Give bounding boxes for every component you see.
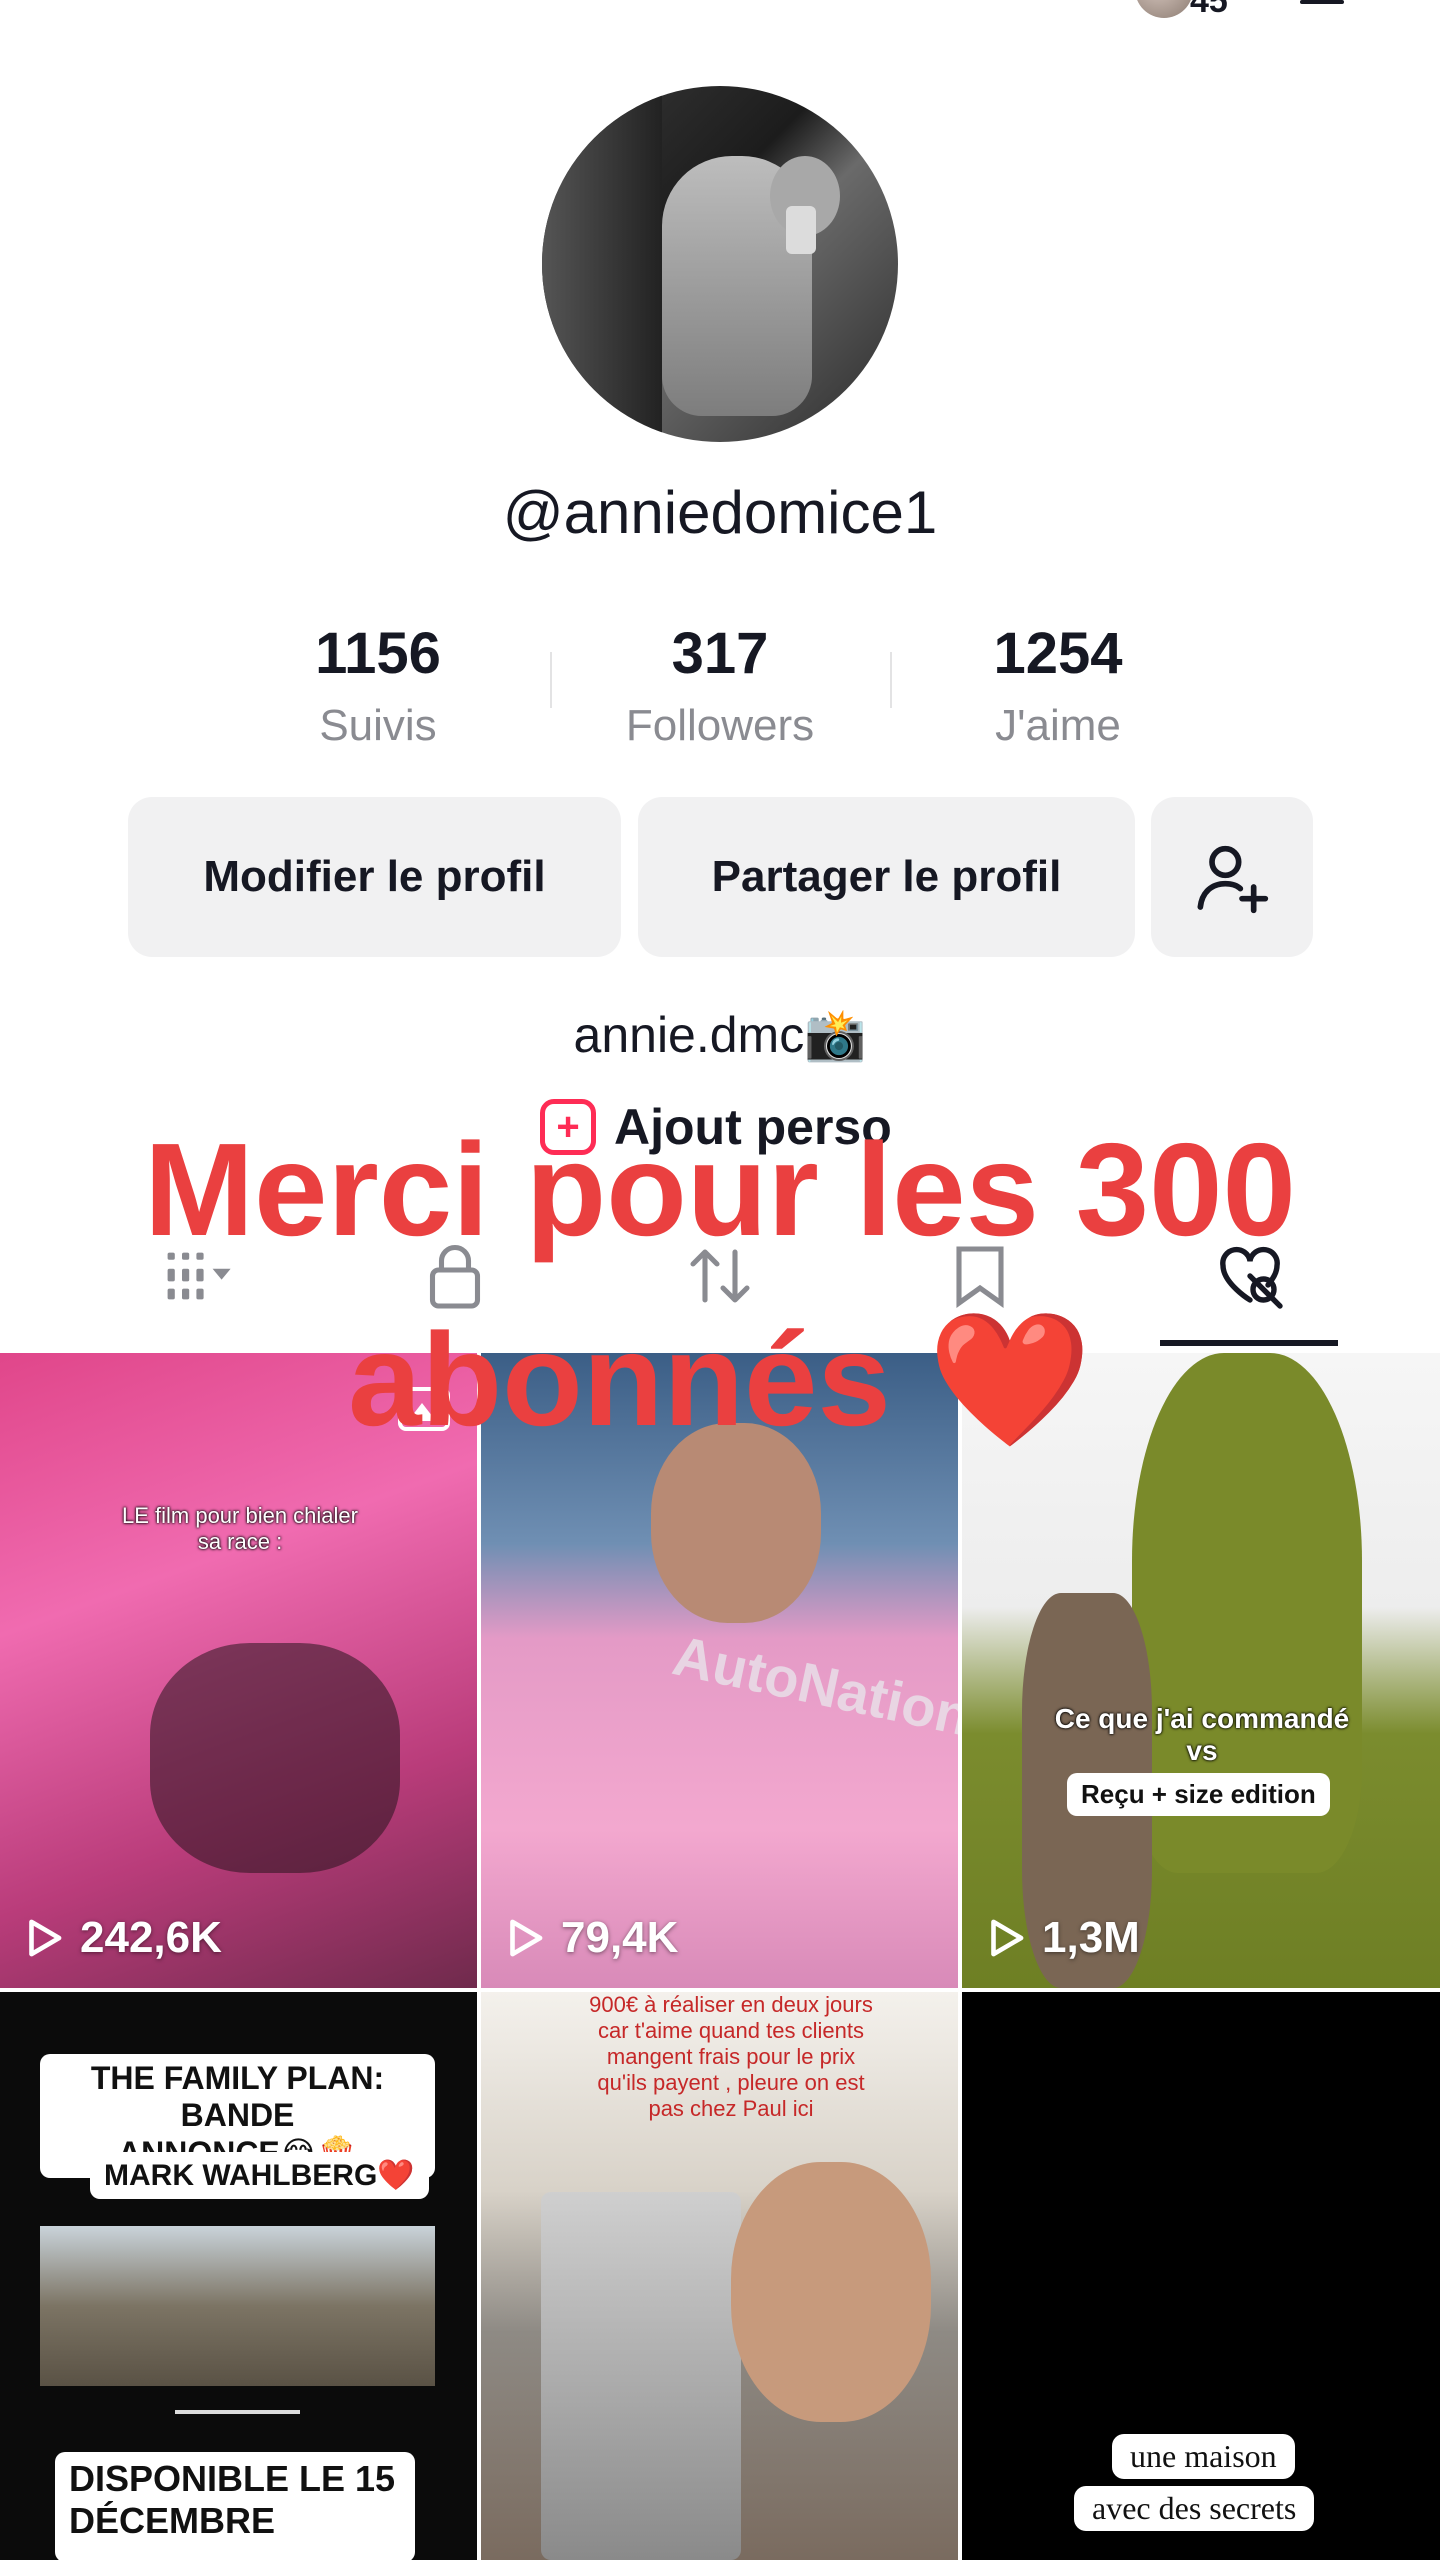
video-caption: Ce que j'ai commandé vs — [1054, 1703, 1350, 1766]
play-icon — [29, 1919, 62, 1957]
stat-divider — [550, 652, 552, 708]
top-count: 45 — [1190, 0, 1228, 20]
view-count: 79,4K — [501, 1913, 678, 1963]
stat-following[interactable]: 1156 Suivis — [258, 620, 498, 751]
active-tab-indicator — [1160, 1340, 1338, 1346]
add-friend-button[interactable] — [1151, 797, 1313, 957]
stat-followers-value: 317 — [671, 621, 769, 686]
view-count-value: 79,4K — [561, 1913, 679, 1962]
add-link-button[interactable]: + Ajout perso — [540, 1098, 892, 1156]
shirt-logo-text: AutoNation — [667, 1623, 958, 1748]
video-thumbnail[interactable]: une maison avec des secrets — [962, 1992, 1440, 2560]
video-label: Reçu + size edition — [1067, 1773, 1330, 1816]
profile-avatar[interactable] — [542, 86, 898, 442]
view-count-value: 1,3M — [1042, 1913, 1140, 1962]
stat-followers-label: Followers — [625, 701, 815, 750]
video-title-label: DISPONIBLE LE 15 DÉCEMBRE — [55, 2452, 415, 2560]
lock-icon — [429, 1244, 481, 1309]
video-thumbnail[interactable]: THE FAMILY PLAN: BANDE ANNONCE😂🍿 MARK WA… — [0, 1992, 477, 2560]
stat-divider — [890, 652, 892, 708]
stat-following-label: Suivis — [319, 701, 437, 750]
stat-following-value: 1156 — [315, 621, 441, 686]
video-thumbnail[interactable]: LE film pour bien chialer sa race : 242,… — [0, 1353, 477, 1988]
video-caption: une maison — [1112, 2434, 1295, 2479]
view-count: 242,6K — [20, 1913, 222, 1963]
photo-icon — [398, 1387, 450, 1431]
tab-private[interactable] — [415, 1236, 495, 1316]
add-icon: + — [540, 1099, 596, 1155]
add-user-icon — [1197, 845, 1269, 914]
video-caption: avec des secrets — [1074, 2486, 1315, 2531]
video-thumbnail[interactable]: AutoNation 79,4K — [481, 1353, 958, 1988]
play-icon — [510, 1919, 543, 1957]
liked-hidden-icon — [1220, 1246, 1283, 1309]
play-icon — [991, 1919, 1024, 1957]
video-thumbnail[interactable]: Ce que j'ai commandé vs Reçu + size edit… — [962, 1353, 1440, 1988]
top-avatar[interactable] — [1135, 0, 1193, 18]
video-thumbnail[interactable]: 900€ à réaliser en deux jours car t'aime… — [481, 1992, 958, 2560]
stat-likes-value: 1254 — [993, 621, 1123, 686]
stat-followers[interactable]: 317 Followers — [600, 620, 840, 751]
video-caption: LE film pour bien chialer sa race : — [121, 1503, 358, 1554]
stat-likes-label: J'aime — [995, 701, 1121, 750]
tab-videos[interactable] — [130, 1236, 270, 1316]
repost-icon — [690, 1249, 750, 1303]
stat-likes[interactable]: 1254 J'aime — [938, 620, 1178, 751]
username: @anniedomice1 — [502, 479, 938, 546]
tab-liked[interactable] — [1210, 1236, 1290, 1316]
tab-favorites[interactable] — [940, 1236, 1020, 1316]
video-title-label: MARK WAHLBERG❤️ — [90, 2152, 429, 2199]
add-link-label: Ajout perso — [614, 1099, 892, 1155]
video-caption: 900€ à réaliser en deux jours car t'aime… — [589, 1992, 873, 2121]
edit-profile-button[interactable]: Modifier le profil — [128, 797, 621, 957]
view-count-value: 242,6K — [80, 1913, 222, 1962]
bio-text: annie.dmc📸 — [573, 1007, 867, 1063]
view-count: 1,3M — [982, 1913, 1140, 1963]
grid-icon — [167, 1252, 231, 1300]
tab-reposts[interactable] — [680, 1236, 760, 1316]
share-profile-button[interactable]: Partager le profil — [638, 797, 1135, 957]
menu-icon[interactable] — [1300, 0, 1344, 4]
bookmark-icon — [956, 1246, 1004, 1308]
